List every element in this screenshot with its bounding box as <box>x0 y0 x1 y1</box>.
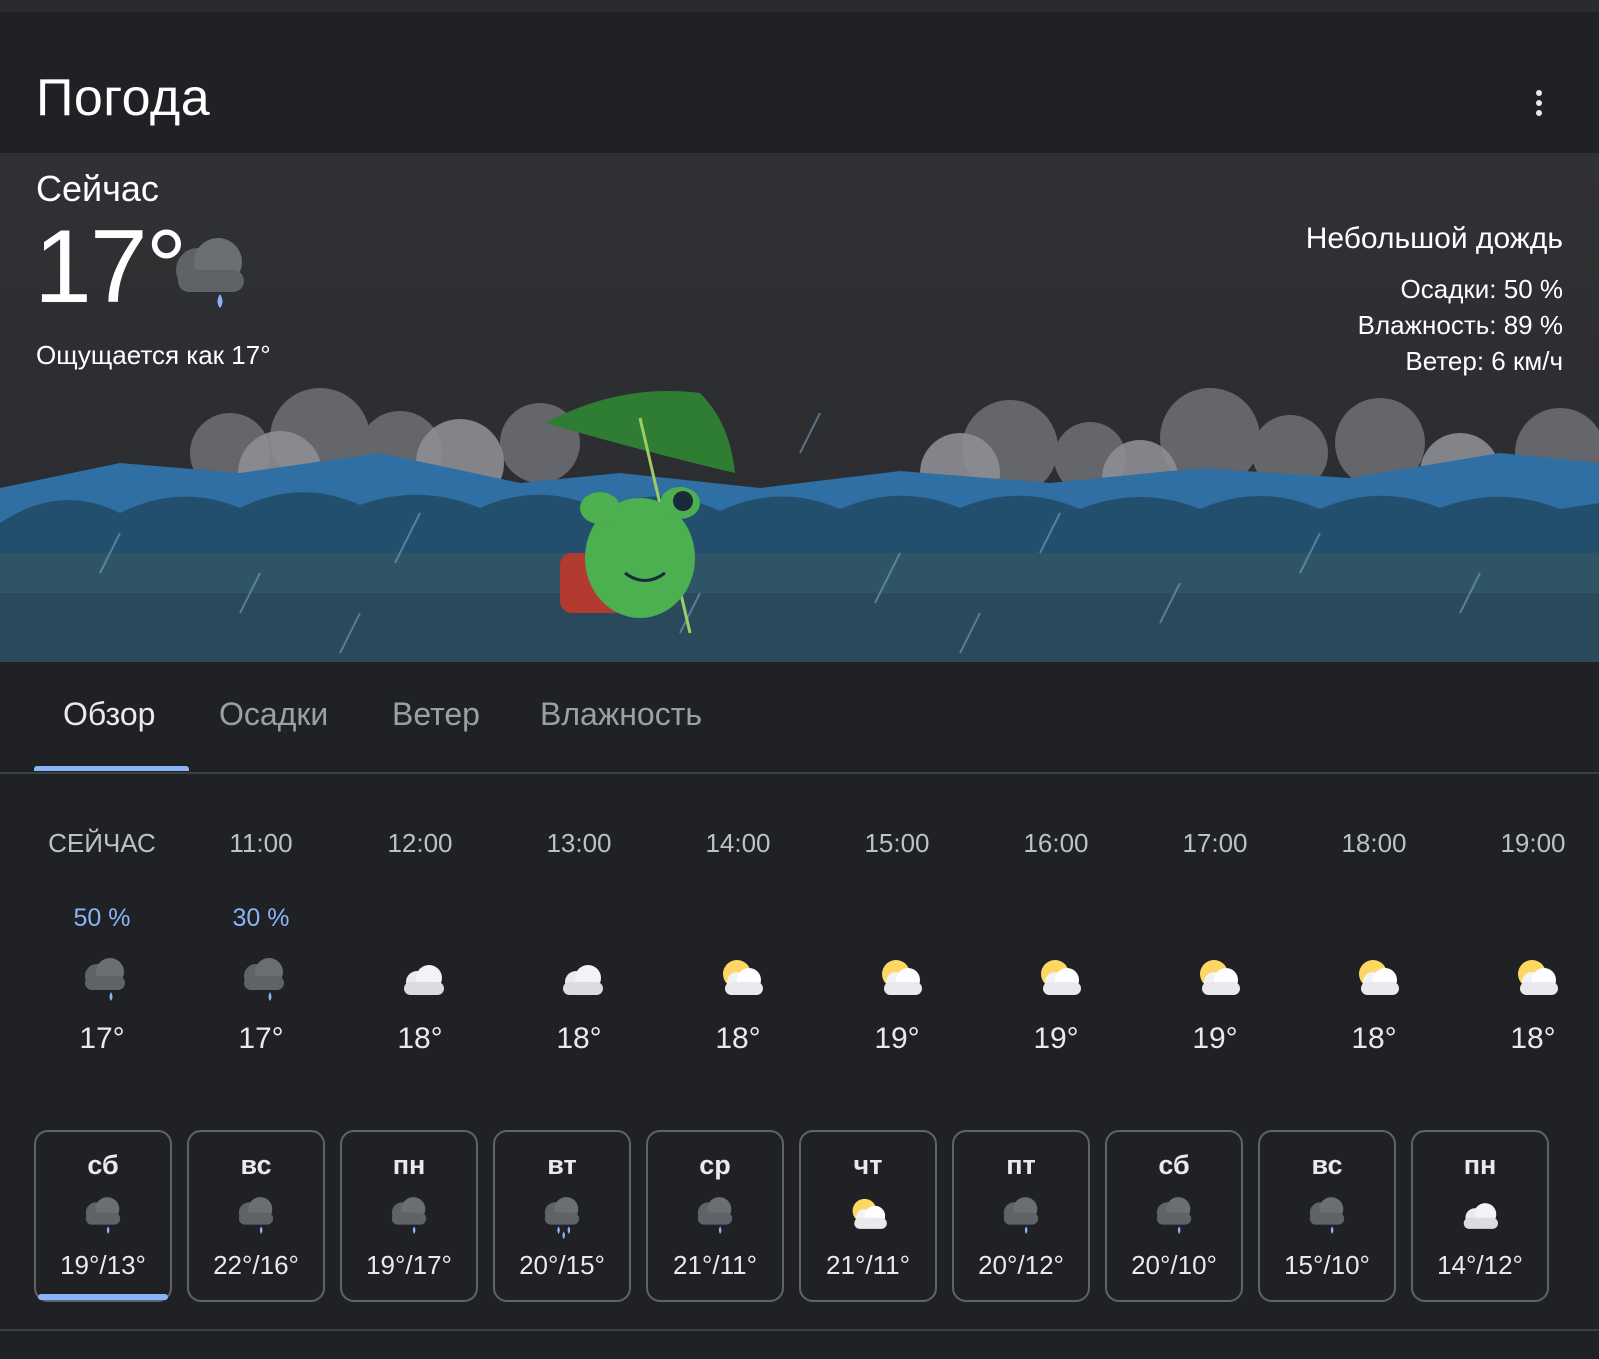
day-card[interactable]: вс 15°/10° <box>1258 1130 1396 1302</box>
day-temp-range: 22°/16° <box>213 1250 299 1280</box>
feels-like-text: Ощущается как 17° <box>36 340 271 370</box>
hour-time: 15:00 <box>864 828 930 858</box>
condition-text: Небольшой дождь <box>1305 222 1563 255</box>
hour-temp: 19° <box>874 1022 920 1055</box>
humidity-stat: Влажность: 89 % <box>1357 310 1563 340</box>
tab-overview[interactable]: Обзор <box>63 696 155 733</box>
top-status-strip <box>0 0 1599 12</box>
hour-time: 16:00 <box>1023 828 1089 858</box>
day-temp-range: 15°/10° <box>1284 1250 1370 1280</box>
partly-cloudy-icon <box>1031 952 1087 1008</box>
precipitation-stat: Осадки: 50 % <box>1400 274 1563 304</box>
partly-cloudy-icon <box>1349 952 1405 1008</box>
day-name: сб <box>1158 1150 1190 1180</box>
hour-time: 11:00 <box>229 828 293 858</box>
day-name: вт <box>547 1150 577 1180</box>
day-name: пн <box>1463 1150 1497 1180</box>
day-temp-range: 20°/12° <box>978 1250 1064 1280</box>
day-name: вс <box>1311 1150 1343 1180</box>
tab-bar: Обзор Осадки Ветер Влажность <box>0 662 1599 774</box>
day-temp-range: 21°/11° <box>826 1250 910 1280</box>
day-card[interactable]: вт 20°/15° <box>493 1130 631 1302</box>
rain-cloud-icon <box>691 1192 739 1240</box>
day-name: сб <box>87 1150 119 1180</box>
cloud-icon <box>395 952 451 1008</box>
day-card[interactable]: сб 19°/13° <box>34 1130 172 1302</box>
cloud-icon <box>554 952 610 1008</box>
hour-temp: 17° <box>79 1022 125 1055</box>
rain-cloud-icon <box>79 1192 127 1240</box>
current-temperature: 17° <box>34 209 187 325</box>
day-card[interactable]: сб 20°/10° <box>1105 1130 1243 1302</box>
active-tab-indicator <box>34 766 189 771</box>
heavy-rain-icon <box>538 1192 586 1240</box>
tab-wind[interactable]: Ветер <box>392 696 480 733</box>
app-title: Погода <box>36 69 211 127</box>
partly-cloudy-icon <box>713 952 769 1008</box>
partly-cloudy-icon <box>1190 952 1246 1008</box>
day-name: пн <box>392 1150 426 1180</box>
day-name: вс <box>240 1150 272 1180</box>
current-label: Сейчас <box>36 168 159 209</box>
rain-cloud-icon <box>385 1192 433 1240</box>
hour-temp: 18° <box>556 1022 602 1055</box>
tab-humidity[interactable]: Влажность <box>540 696 702 733</box>
hour-time: 12:00 <box>387 828 453 858</box>
hour-temp: 18° <box>397 1022 443 1055</box>
hour-temp: 18° <box>1510 1022 1556 1055</box>
hour-temp: 19° <box>1033 1022 1079 1055</box>
day-temp-range: 20°/15° <box>519 1250 605 1280</box>
day-temp-range: 19°/13° <box>60 1250 146 1280</box>
rain-cloud-icon <box>1303 1192 1351 1240</box>
app-header <box>0 28 1599 153</box>
hour-temp: 17° <box>238 1022 284 1055</box>
hour-temp: 18° <box>715 1022 761 1055</box>
partly-cloudy-icon <box>872 952 928 1008</box>
day-card[interactable]: ср 21°/11° <box>646 1130 784 1302</box>
hour-temp: 18° <box>1351 1022 1397 1055</box>
hour-time: 13:00 <box>546 828 612 858</box>
rain-cloud-icon <box>997 1192 1045 1240</box>
hour-time: СЕЙЧАС <box>48 828 156 858</box>
day-card[interactable]: пн 14°/12° <box>1411 1130 1549 1302</box>
day-card[interactable]: вс 22°/16° <box>187 1130 325 1302</box>
rain-cloud-icon <box>176 238 244 308</box>
selected-day-indicator <box>38 1294 168 1300</box>
day-temp-range: 14°/12° <box>1437 1250 1523 1280</box>
rain-cloud-icon <box>77 952 133 1008</box>
day-name: ср <box>699 1150 731 1180</box>
rain-cloud-icon <box>232 1192 280 1240</box>
day-name: пт <box>1006 1150 1036 1180</box>
hour-precip-chance: 50 % <box>73 904 131 932</box>
partly-cloudy-icon <box>1508 952 1564 1008</box>
day-card[interactable]: пн 19°/17° <box>340 1130 478 1302</box>
divider <box>0 1329 1599 1331</box>
rain-cloud-icon <box>1150 1192 1198 1240</box>
wind-stat: Ветер: 6 км/ч <box>1405 346 1563 376</box>
partly-cloudy-icon <box>844 1192 892 1240</box>
day-card[interactable]: чт 21°/11° <box>799 1130 937 1302</box>
hour-time: 18:00 <box>1341 828 1407 858</box>
hour-temp: 19° <box>1192 1022 1238 1055</box>
tab-precipitation[interactable]: Осадки <box>219 696 328 733</box>
hour-time: 17:00 <box>1182 828 1248 858</box>
hour-time: 19:00 <box>1500 828 1566 858</box>
hour-precip-chance: 30 % <box>232 904 290 932</box>
day-temp-range: 19°/17° <box>366 1250 452 1280</box>
day-card[interactable]: пт 20°/12° <box>952 1130 1090 1302</box>
hour-time: 14:00 <box>705 828 771 858</box>
day-temp-range: 20°/10° <box>1131 1250 1217 1280</box>
rain-cloud-icon <box>236 952 292 1008</box>
cloud-icon <box>1456 1192 1504 1240</box>
day-name: чт <box>853 1150 883 1180</box>
more-options-icon[interactable] <box>1528 86 1550 126</box>
day-temp-range: 21°/11° <box>673 1250 757 1280</box>
